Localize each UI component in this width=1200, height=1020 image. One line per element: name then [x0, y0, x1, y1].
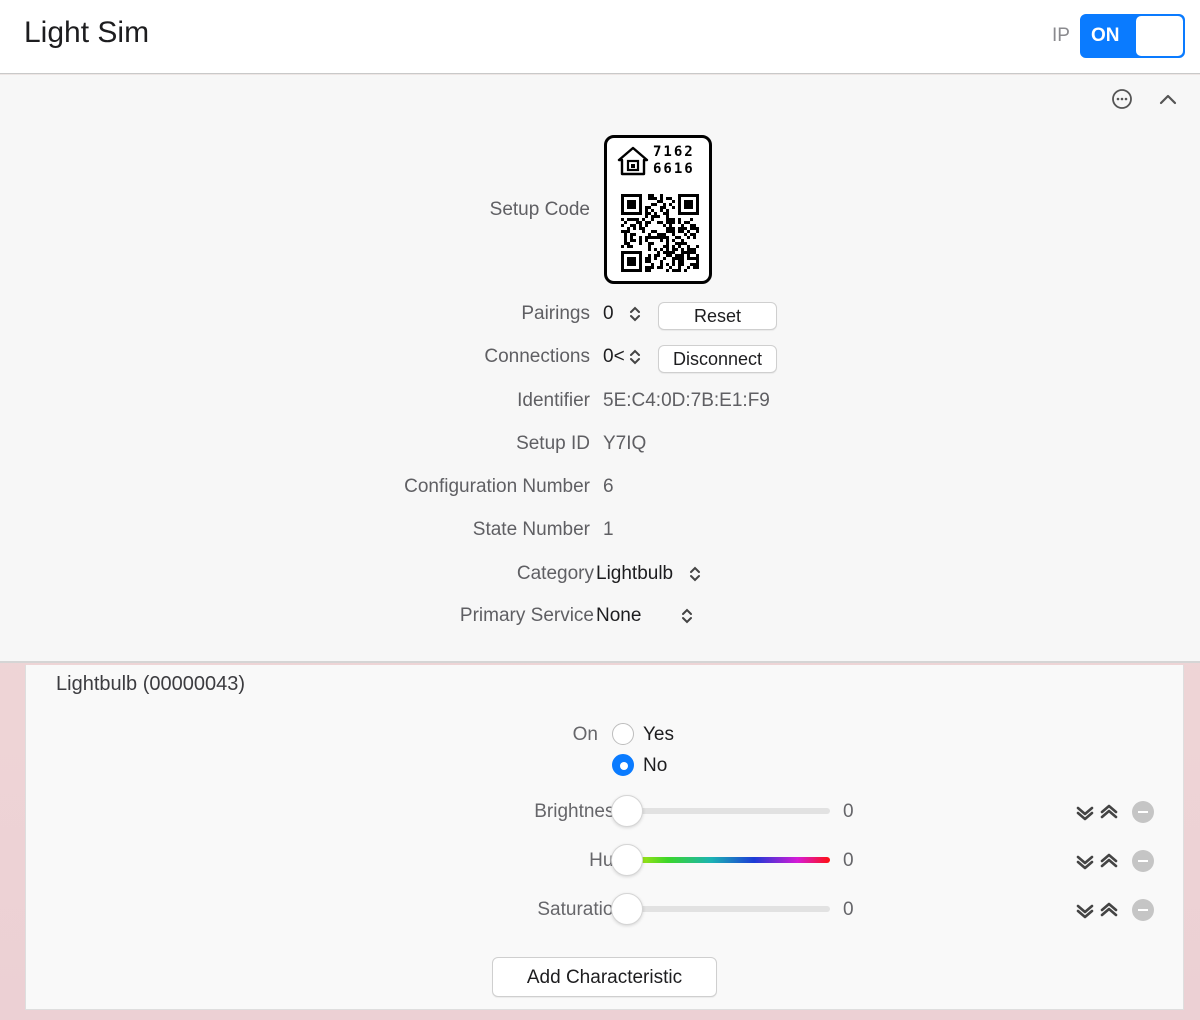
setup-code-line2: 6616	[653, 161, 695, 177]
pairings-label: Pairings	[521, 303, 590, 324]
app-title: Light Sim	[24, 16, 150, 49]
reset-button[interactable]: Reset	[658, 302, 777, 330]
chevrons-down-icon[interactable]	[1075, 803, 1095, 823]
setup-code-line1: 7162	[653, 144, 695, 160]
ellipsis-circle-icon[interactable]	[1111, 88, 1133, 110]
home-icon	[617, 146, 649, 176]
identifier-label: Identifier	[517, 390, 590, 411]
primary-service-label: Primary Service	[459, 605, 594, 626]
hue-value: 0	[843, 850, 854, 871]
saturation-value: 0	[843, 899, 854, 920]
radio-no-label[interactable]: No	[643, 755, 667, 777]
on-label: On	[572, 724, 598, 745]
identifier-value: 5E:C4:0D:7B:E1:F9	[603, 390, 770, 411]
pairings-value: 0	[603, 303, 614, 324]
brightness-slider-knob[interactable]	[611, 795, 643, 827]
hue-slider-knob[interactable]	[611, 844, 643, 876]
chevrons-down-icon[interactable]	[1075, 901, 1095, 921]
setup-id-value: Y7IQ	[603, 433, 647, 454]
state-number-value: 1	[603, 519, 614, 540]
setup-id-label: Setup ID	[516, 433, 590, 454]
chevrons-up-icon[interactable]	[1099, 851, 1119, 871]
primary-service-select[interactable]: None	[596, 605, 641, 627]
category-select[interactable]: Lightbulb	[596, 563, 673, 585]
disconnect-button[interactable]: Disconnect	[658, 345, 777, 373]
remove-icon[interactable]	[1132, 899, 1154, 921]
hue-slider-track[interactable]	[614, 857, 830, 863]
ip-label: IP	[1052, 25, 1070, 46]
chevrons-up-icon[interactable]	[1099, 900, 1119, 920]
chevron-up-down-icon[interactable]	[688, 564, 702, 584]
add-characteristic-button[interactable]: Add Characteristic	[492, 957, 717, 997]
setup-code-digits: 7162 6616	[653, 144, 695, 178]
setup-code-card: 7162 6616	[604, 135, 712, 284]
brightness-value: 0	[843, 801, 854, 822]
category-label: Category	[516, 563, 594, 584]
title-bar: Light Sim IP ON	[0, 0, 1200, 74]
stepper-icon[interactable]	[628, 347, 642, 367]
saturation-slider-track[interactable]	[614, 906, 830, 912]
connections-value: 0<	[603, 346, 625, 368]
state-number-label: State Number	[472, 519, 590, 540]
remove-icon[interactable]	[1132, 801, 1154, 823]
radio-yes-label[interactable]: Yes	[643, 724, 674, 746]
remove-icon[interactable]	[1132, 850, 1154, 872]
service-title: Lightbulb (00000043)	[56, 673, 246, 695]
radio-no[interactable]	[612, 754, 634, 776]
configuration-number-label: Configuration Number	[404, 476, 590, 497]
connections-label: Connections	[484, 346, 590, 367]
radio-yes[interactable]	[612, 723, 634, 745]
chevrons-up-icon[interactable]	[1099, 802, 1119, 822]
setup-code-label: Setup Code	[489, 199, 590, 220]
saturation-slider-knob[interactable]	[611, 893, 643, 925]
connections-count: 0	[603, 346, 614, 367]
brightness-slider-track[interactable]	[614, 808, 830, 814]
qr-code	[621, 194, 699, 272]
connections-suffix: <	[613, 346, 625, 367]
ip-toggle[interactable]: ON	[1080, 14, 1185, 58]
toggle-knob[interactable]	[1136, 16, 1183, 56]
chevron-up-down-icon[interactable]	[680, 606, 694, 626]
configuration-number-value: 6	[603, 476, 614, 497]
toggle-label: ON	[1091, 25, 1120, 46]
chevron-up-icon[interactable]	[1157, 88, 1179, 110]
stepper-icon[interactable]	[628, 304, 642, 324]
chevrons-down-icon[interactable]	[1075, 852, 1095, 872]
